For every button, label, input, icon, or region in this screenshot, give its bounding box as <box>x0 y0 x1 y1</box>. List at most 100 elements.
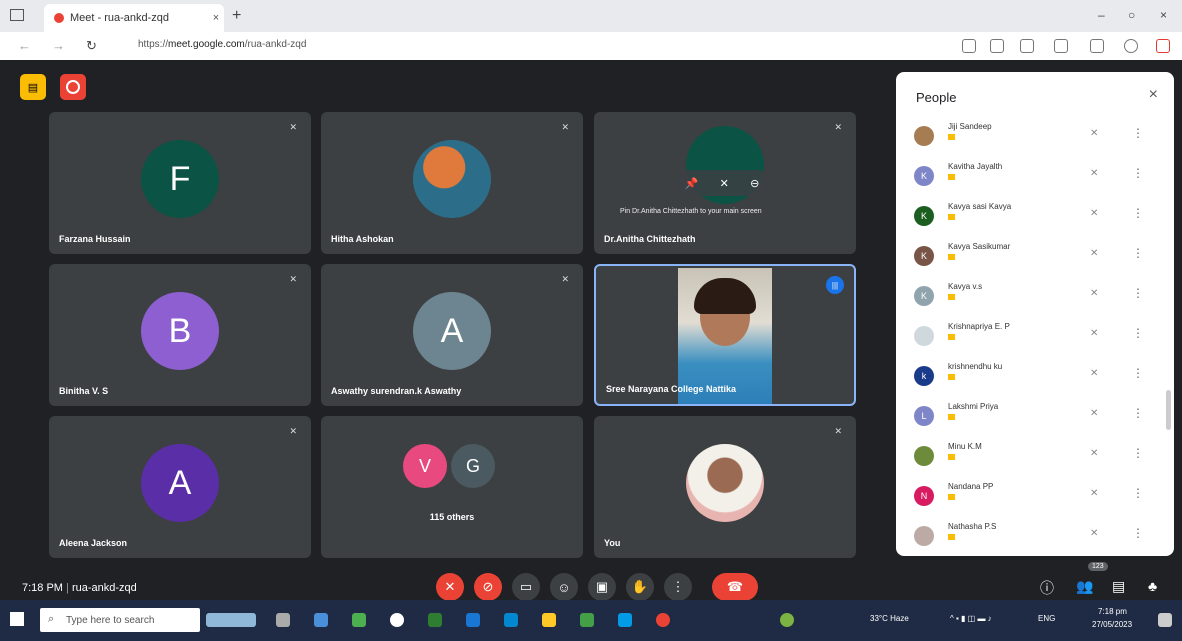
mic-off-icon[interactable]: ✕ <box>1090 488 1098 499</box>
more-options-icon[interactable]: ⋮ <box>1132 206 1144 220</box>
taskbar-time[interactable]: 7:18 pm <box>1098 607 1127 616</box>
activities-icon[interactable]: ♣ <box>1148 578 1157 594</box>
weather-text[interactable]: 33°C Haze <box>870 614 909 623</box>
people-list-item[interactable]: K Kavya v.s ✕ ⋮ <box>914 278 1154 314</box>
more-options-icon[interactable]: ⊖ <box>750 177 759 190</box>
people-list-item[interactable]: L Lakshmi Priya ✕ ⋮ <box>914 398 1154 434</box>
task-view-icon[interactable] <box>276 613 290 627</box>
browser-tab[interactable]: Meet - rua-ankd-zqd × <box>44 4 224 32</box>
window-close-button[interactable]: × <box>1160 8 1167 22</box>
camera-toggle-button[interactable]: ⊘ <box>474 573 502 601</box>
more-options-icon[interactable]: ⋮ <box>1132 326 1144 340</box>
reactions-button[interactable]: ☺ <box>550 573 578 601</box>
present-button[interactable]: ▣ <box>588 573 616 601</box>
window-icon[interactable] <box>10 9 24 21</box>
font-icon[interactable] <box>990 39 1004 53</box>
people-list-item[interactable]: K Kavya sasi Kavya ✕ ⋮ <box>914 198 1154 234</box>
more-options-button[interactable]: ⋮ <box>664 573 692 601</box>
system-tray-icons[interactable]: ^ ▪ ▮ ◫ ▬ ♪ <box>950 614 992 623</box>
people-list-item[interactable]: K Kavitha Jayalth ✕ ⋮ <box>914 158 1154 194</box>
activities-icon[interactable]: ▤ <box>20 74 46 100</box>
avatar: K <box>914 246 934 266</box>
mic-off-icon[interactable]: ✕ <box>1090 288 1098 299</box>
favorites-icon[interactable] <box>1054 39 1068 53</box>
people-list-item[interactable]: Krishnapriya E. P ✕ ⋮ <box>914 318 1154 354</box>
people-list-item[interactable]: k krishnendhu ku ✕ ⋮ <box>914 358 1154 394</box>
raise-hand-button[interactable]: ✋ <box>626 573 654 601</box>
mic-off-icon[interactable]: ✕ <box>1090 248 1098 259</box>
minimize-button[interactable]: – <box>1098 8 1105 22</box>
chrome-icon[interactable] <box>656 613 670 627</box>
taskbar-app-icon[interactable] <box>428 613 442 627</box>
people-list-item[interactable]: N Nandana PP ✕ ⋮ <box>914 478 1154 514</box>
windows-start-icon[interactable] <box>10 612 24 626</box>
edge-icon[interactable] <box>504 613 518 627</box>
people-list-item[interactable]: Minu K.M ✕ ⋮ <box>914 438 1154 474</box>
mic-off-icon[interactable]: ✕ <box>1090 528 1098 539</box>
mic-off-icon[interactable]: ✕ <box>1090 408 1098 419</box>
mic-toggle-button[interactable]: ✕ <box>436 573 464 601</box>
taskbar-app-icon[interactable] <box>618 613 632 627</box>
scrollbar[interactable] <box>1166 390 1171 430</box>
info-icon[interactable]: ⓘ <box>1040 578 1054 598</box>
taskbar-date[interactable]: 27/05/2023 <box>1092 620 1132 629</box>
mic-off-icon[interactable]: ✕ <box>1090 368 1098 379</box>
self-tile[interactable]: ✕ You <box>594 416 856 558</box>
more-options-icon[interactable]: ⋮ <box>1132 486 1144 500</box>
taskbar-search-input[interactable]: ⌕ Type here to search <box>40 608 200 632</box>
profile-icon[interactable] <box>1124 39 1138 53</box>
mic-off-icon[interactable]: ✕ <box>1090 128 1098 139</box>
notifications-icon[interactable] <box>1158 613 1172 627</box>
read-aloud-icon[interactable] <box>962 39 976 53</box>
taskbar-app-icon[interactable] <box>580 613 594 627</box>
more-options-icon[interactable]: ⋮ <box>1132 166 1144 180</box>
more-options-icon[interactable]: ⋮ <box>1132 526 1144 540</box>
taskbar-app-icon[interactable] <box>314 613 328 627</box>
participant-tile-speaking[interactable]: ||| Sree Narayana College Nattika <box>594 264 856 406</box>
more-options-icon[interactable]: ⋮ <box>1132 126 1144 140</box>
mic-off-icon[interactable]: ✕ <box>1090 208 1098 219</box>
refresh-icon[interactable]: ↻ <box>86 38 97 54</box>
participant-tile[interactable]: ✕ 📌 ✕ ⊖ Pin Dr.Anitha Chittezhath to you… <box>594 112 856 254</box>
recording-icon[interactable] <box>60 74 86 100</box>
close-panel-button[interactable]: × <box>1149 86 1158 104</box>
people-list-item[interactable]: Nathasha P.S ✕ ⋮ <box>914 518 1154 554</box>
extensions-icon[interactable] <box>1020 39 1034 53</box>
mic-off-icon[interactable]: ✕ <box>1090 328 1098 339</box>
participant-tile[interactable]: ✕ A Aleena Jackson <box>49 416 311 558</box>
maximize-button[interactable]: ○ <box>1128 8 1135 22</box>
new-tab-button[interactable]: + <box>232 7 241 25</box>
pin-icon[interactable]: 📌 <box>685 177 699 190</box>
people-list-item[interactable]: Jiji Sandeep ✕ ⋮ <box>914 118 1154 154</box>
mic-off-icon[interactable]: ✕ <box>1090 168 1098 179</box>
taskbar-app-icon[interactable] <box>466 613 480 627</box>
language-indicator[interactable]: ENG <box>1038 614 1055 623</box>
others-tile[interactable]: V G 115 others <box>321 416 583 558</box>
taskbar-app-icon[interactable] <box>390 613 404 627</box>
tab-close-icon[interactable]: × <box>208 12 224 24</box>
file-explorer-icon[interactable] <box>542 613 556 627</box>
mute-icon[interactable]: ✕ <box>720 177 729 190</box>
collections-icon[interactable] <box>1090 39 1104 53</box>
participant-tile[interactable]: ✕ B Binitha V. S <box>49 264 311 406</box>
forward-icon[interactable]: → <box>52 38 65 53</box>
people-icon[interactable]: 👥 <box>1076 578 1093 595</box>
mic-off-icon[interactable]: ✕ <box>1090 448 1098 459</box>
participant-tile[interactable]: ✕ Hitha Ashokan <box>321 112 583 254</box>
taskbar-app-icon[interactable] <box>352 613 366 627</box>
people-list-item[interactable]: K Kavya Sasikumar ✕ ⋮ <box>914 238 1154 274</box>
url-field[interactable]: https://meet.google.com/rua-ankd-zqd <box>138 39 306 50</box>
captions-button[interactable]: ▭ <box>512 573 540 601</box>
more-options-icon[interactable]: ⋮ <box>1132 246 1144 260</box>
back-icon[interactable]: ← <box>18 38 31 53</box>
taskbar-app-icon[interactable] <box>780 613 794 627</box>
more-options-icon[interactable]: ⋮ <box>1132 286 1144 300</box>
more-options-icon[interactable]: ⋮ <box>1132 406 1144 420</box>
more-browser-icon[interactable] <box>1156 39 1170 53</box>
leave-call-button[interactable]: ☎ <box>712 573 758 601</box>
chat-icon[interactable]: ▤ <box>1112 578 1125 595</box>
participant-tile[interactable]: ✕ A Aswathy surendran.k Aswathy <box>321 264 583 406</box>
participant-tile[interactable]: ✕ F Farzana Hussain <box>49 112 311 254</box>
more-options-icon[interactable]: ⋮ <box>1132 366 1144 380</box>
more-options-icon[interactable]: ⋮ <box>1132 446 1144 460</box>
